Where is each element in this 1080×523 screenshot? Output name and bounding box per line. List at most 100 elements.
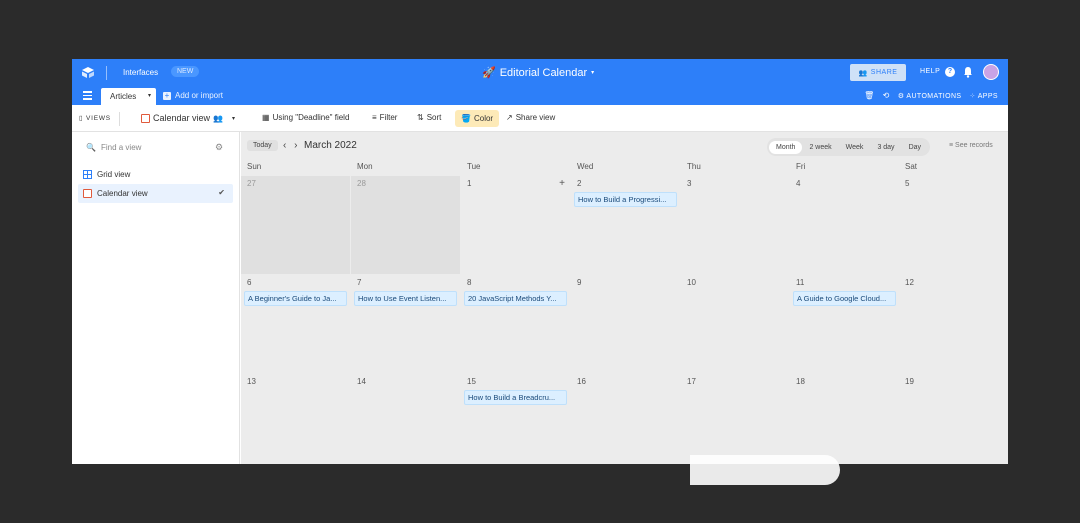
sidebar-item-grid-view[interactable]: Grid view: [78, 165, 233, 184]
calendar-day-cell[interactable]: 10: [681, 275, 789, 373]
calendar-day-cell[interactable]: 5: [899, 176, 1008, 274]
today-button[interactable]: Today: [247, 140, 278, 151]
share-view-icon: ↗: [506, 113, 513, 122]
share-view-label: Share view: [515, 113, 556, 122]
avatar[interactable]: [983, 64, 999, 80]
share-button[interactable]: 👥 SHARE: [850, 64, 906, 81]
calendar-icon: [141, 113, 150, 123]
current-view-label: Calendar view: [153, 113, 211, 123]
paint-bucket-icon: 🪣: [461, 114, 471, 123]
topbar-divider: [106, 66, 107, 80]
view-toolbar: ▯ VIEWS Calendar view 👥 ▾ ▦ Using "Deadl…: [72, 105, 1008, 132]
calendar-day-cell[interactable]: 12: [899, 275, 1008, 373]
sort-icon: ⇅: [417, 113, 424, 122]
calendar-day-cell[interactable]: 19: [899, 374, 1008, 464]
see-records-button[interactable]: ≡ See records: [949, 142, 993, 149]
history-icon[interactable]: ⟲: [883, 91, 890, 100]
calendar-day-cell[interactable]: 17: [681, 374, 789, 464]
sidebar-icon: ▯: [79, 115, 84, 122]
grid-icon: [83, 170, 92, 179]
color-button[interactable]: 🪣 Color: [455, 110, 500, 127]
sidebar-item-calendar-view[interactable]: Calendar view ✔: [78, 184, 233, 203]
calendar-day-cell[interactable]: 13: [241, 374, 350, 464]
apps-icon: ⁘: [969, 92, 976, 100]
event-card[interactable]: A Beginner's Guide to Ja...: [244, 291, 347, 306]
trash-icon[interactable]: 🗑: [864, 91, 875, 100]
range-month[interactable]: Month: [769, 140, 803, 154]
collaborators-icon: 👥: [213, 113, 223, 123]
plus-icon: +: [163, 90, 171, 100]
calendar-day-cell[interactable]: 8 20 JavaScript Methods Y...: [461, 275, 570, 373]
day-number: 7: [357, 278, 362, 287]
automations-button[interactable]: ⚙ AUTOMATIONS: [898, 92, 962, 100]
calendar-day-cell[interactable]: 1 +: [461, 176, 570, 274]
add-or-import-label: Add or import: [175, 91, 224, 100]
calendar-day-cell[interactable]: 27: [241, 176, 350, 274]
help-link[interactable]: HELP: [920, 68, 940, 75]
range-3-day[interactable]: 3 day: [870, 141, 901, 154]
see-records-label: See records: [955, 142, 993, 149]
interfaces-link[interactable]: Interfaces: [123, 68, 158, 77]
chevron-down-icon[interactable]: ▾: [148, 92, 151, 99]
view-switcher[interactable]: Calendar view 👥 ▾: [141, 113, 235, 123]
date-field-button[interactable]: ▦ Using "Deadline" field: [262, 113, 349, 122]
views-label: VIEWS: [86, 115, 111, 122]
calendar-day-cell[interactable]: 9: [571, 275, 680, 373]
calendar-day-cell[interactable]: 18: [790, 374, 898, 464]
apps-button[interactable]: ⁘ APPS: [969, 92, 998, 100]
bell-icon[interactable]: [963, 66, 973, 78]
day-number: 15: [467, 377, 476, 386]
event-card[interactable]: How to Use Event Listen...: [354, 291, 457, 306]
find-view-input[interactable]: 🔍 Find a view: [86, 143, 141, 152]
day-number: 14: [357, 377, 366, 386]
date-field-label: Using "Deadline" field: [272, 113, 350, 122]
day-number: 28: [357, 179, 366, 188]
views-sidebar: 🔍 Find a view ⚙ Grid view Calendar view …: [72, 132, 240, 464]
hamburger-menu-icon[interactable]: [83, 91, 92, 100]
views-toggle-button[interactable]: ▯ VIEWS: [79, 112, 120, 126]
event-card[interactable]: How to Build a Progressi...: [574, 192, 677, 207]
chevron-left-icon[interactable]: ‹: [283, 140, 286, 151]
calendar-day-cell[interactable]: 4: [790, 176, 898, 274]
gear-icon[interactable]: ⚙: [215, 142, 223, 153]
sidebar-item-label: Grid view: [97, 170, 131, 179]
event-card[interactable]: A Guide to Google Cloud...: [793, 291, 896, 306]
weekday-header: Sat: [905, 162, 918, 171]
base-title[interactable]: 🚀 Editorial Calendar ▾: [482, 66, 594, 80]
calendar-day-cell[interactable]: 16: [571, 374, 680, 464]
day-number: 17: [687, 377, 696, 386]
apps-label: APPS: [977, 92, 998, 100]
calendar-day-cell[interactable]: 15 How to Build a Breadcru...: [461, 374, 570, 464]
search-icon: 🔍: [86, 143, 96, 152]
calendar-day-cell[interactable]: 11 A Guide to Google Cloud...: [790, 275, 898, 373]
calendar-day-cell[interactable]: 6 A Beginner's Guide to Ja...: [241, 275, 350, 373]
calendar-day-cell[interactable]: 14: [351, 374, 460, 464]
range-2-week[interactable]: 2 week: [802, 141, 838, 154]
find-view-placeholder: Find a view: [100, 143, 142, 152]
calendar-day-cell[interactable]: 3: [681, 176, 789, 274]
tab-articles[interactable]: Articles ▾: [101, 88, 156, 105]
top-bar: Interfaces NEW 🚀 Editorial Calendar ▾ 👥 …: [72, 59, 1008, 86]
calendar-day-cell[interactable]: 7 How to Use Event Listen...: [351, 275, 460, 373]
range-week[interactable]: Week: [839, 141, 871, 154]
event-card[interactable]: 20 JavaScript Methods Y...: [464, 291, 567, 306]
airtable-logo-icon[interactable]: [81, 66, 95, 79]
sort-button[interactable]: ⇅ Sort: [417, 113, 441, 122]
add-record-icon[interactable]: +: [559, 178, 565, 189]
calendar-day-cell[interactable]: 28: [351, 176, 460, 274]
share-view-button[interactable]: ↗ Share view: [506, 113, 555, 122]
calendar-day-cell[interactable]: 2 How to Build a Progressi...: [571, 176, 680, 274]
day-number: 12: [905, 278, 914, 287]
add-or-import-button[interactable]: + Add or import: [163, 91, 223, 100]
airtable-app: Interfaces NEW 🚀 Editorial Calendar ▾ 👥 …: [72, 59, 1008, 464]
range-day[interactable]: Day: [902, 141, 928, 154]
day-number: 9: [577, 278, 582, 287]
event-card[interactable]: How to Build a Breadcru...: [464, 390, 567, 405]
list-icon: ≡: [949, 142, 954, 149]
filter-button[interactable]: ≡ Filter: [372, 113, 397, 122]
chevron-right-icon[interactable]: ›: [294, 140, 297, 151]
help-icon[interactable]: ?: [945, 67, 955, 77]
day-number: 16: [577, 377, 586, 386]
day-number: 2: [577, 179, 582, 188]
automations-label: AUTOMATIONS: [906, 92, 962, 100]
